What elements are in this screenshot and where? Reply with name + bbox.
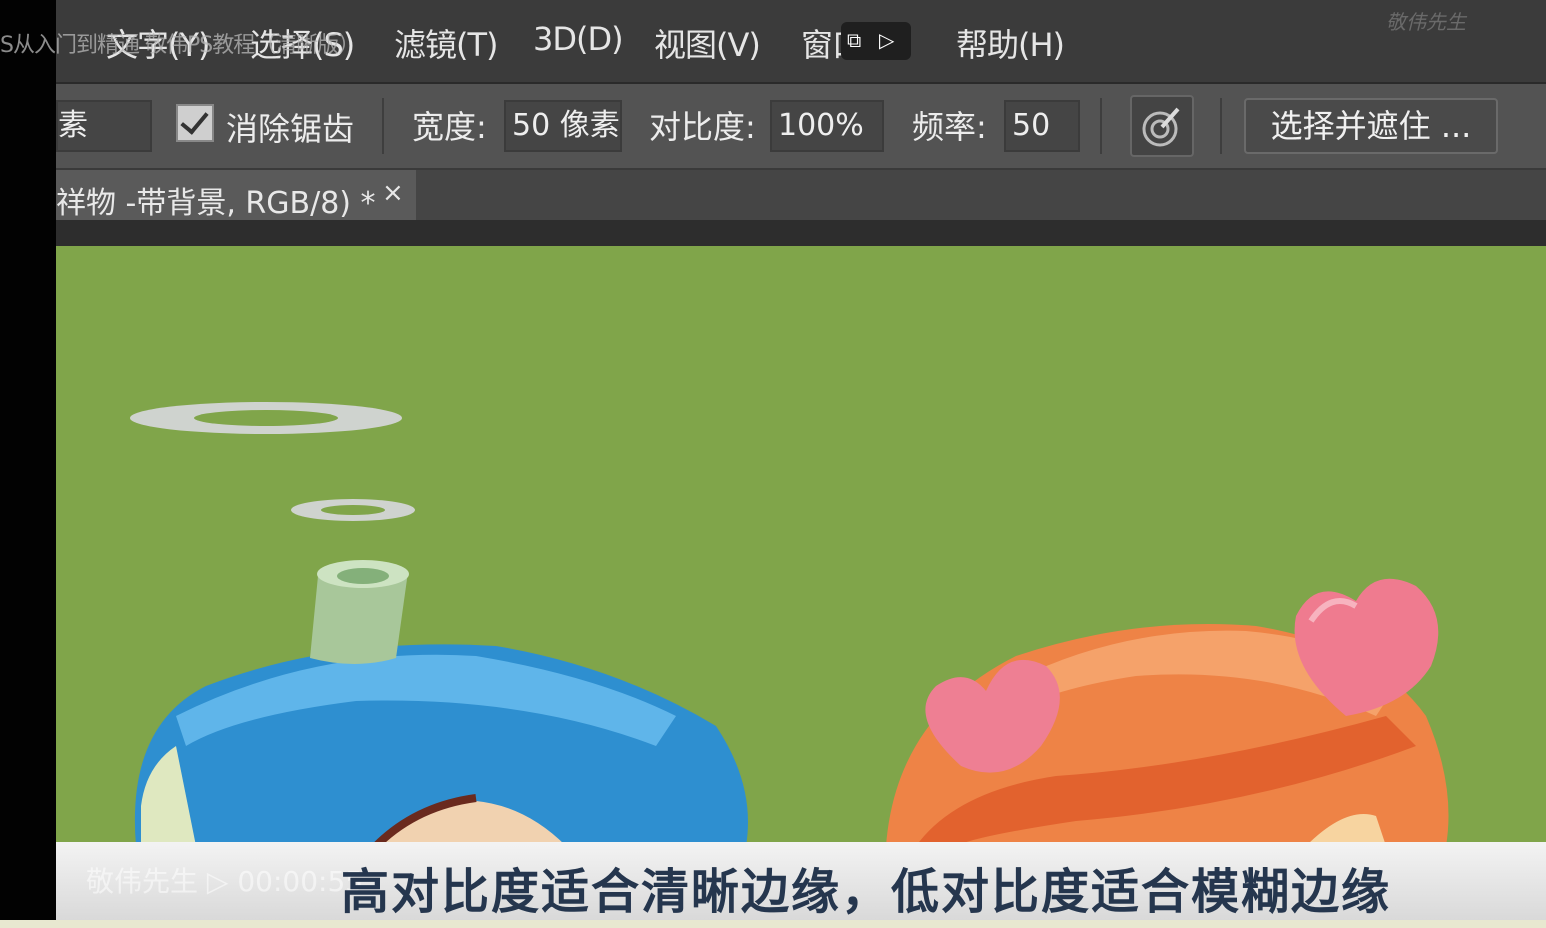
document-tab[interactable]: 祥物 -带背景, RGB/8) * ×: [56, 170, 416, 221]
menu-help[interactable]: 帮助(H): [956, 20, 1065, 66]
subtitle-caption: 高对比度适合清晰边缘，低对比度适合模糊边缘: [341, 864, 1392, 920]
pip-controls: ⧉ ▷: [841, 22, 911, 60]
video-title-overlay: S从入门到精通 敬伟PS教程（清晰版）: [0, 33, 360, 58]
document-canvas[interactable]: [56, 246, 1546, 846]
menu-view[interactable]: 视图(V): [654, 20, 761, 66]
contrast-input[interactable]: 100%: [770, 100, 884, 152]
letterbox-left: [0, 0, 56, 928]
menu-filter[interactable]: 滤镜(T): [394, 20, 499, 66]
close-icon[interactable]: ×: [382, 178, 404, 208]
menu-3d[interactable]: 3D(D): [533, 20, 624, 58]
width-label: 宽度:: [412, 108, 487, 146]
contrast-label: 对比度:: [649, 108, 756, 146]
width-input[interactable]: 50 像素: [504, 100, 622, 152]
player-controls-text[interactable]: 敬伟先生 ▷ 00:00:55: [86, 860, 363, 900]
antialias-checkbox[interactable]: [176, 104, 214, 142]
pen-pressure-button[interactable]: [1130, 95, 1194, 157]
separator: [382, 98, 384, 154]
antialias-label[interactable]: 消除锯齿: [226, 104, 354, 150]
bottom-strip: [0, 920, 1546, 928]
document-tab-title: 祥物 -带背景, RGB/8) *: [56, 186, 376, 221]
separator: [1220, 98, 1222, 154]
document-tab-bar: 祥物 -带背景, RGB/8) * ×: [56, 170, 1546, 221]
canvas-gap: [56, 220, 1546, 246]
video-subtitle-bar: 敬伟先生 ▷ 00:00:55 高对比度适合清晰边缘，低对比度适合模糊边缘: [56, 842, 1546, 920]
frequency-label: 频率:: [912, 108, 987, 146]
separator: [1100, 98, 1102, 154]
mode-field[interactable]: 素: [56, 100, 152, 152]
mascot-artwork: [130, 402, 1449, 846]
select-and-mask-button[interactable]: 选择并遮住 ...: [1244, 98, 1498, 154]
cast-icon[interactable]: ▷: [879, 28, 894, 52]
pen-pressure-icon: [1142, 107, 1180, 147]
video-watermark: 敬伟先生: [1386, 10, 1466, 34]
restore-icon[interactable]: ⧉: [847, 28, 861, 52]
frequency-input[interactable]: 50: [1004, 100, 1080, 152]
